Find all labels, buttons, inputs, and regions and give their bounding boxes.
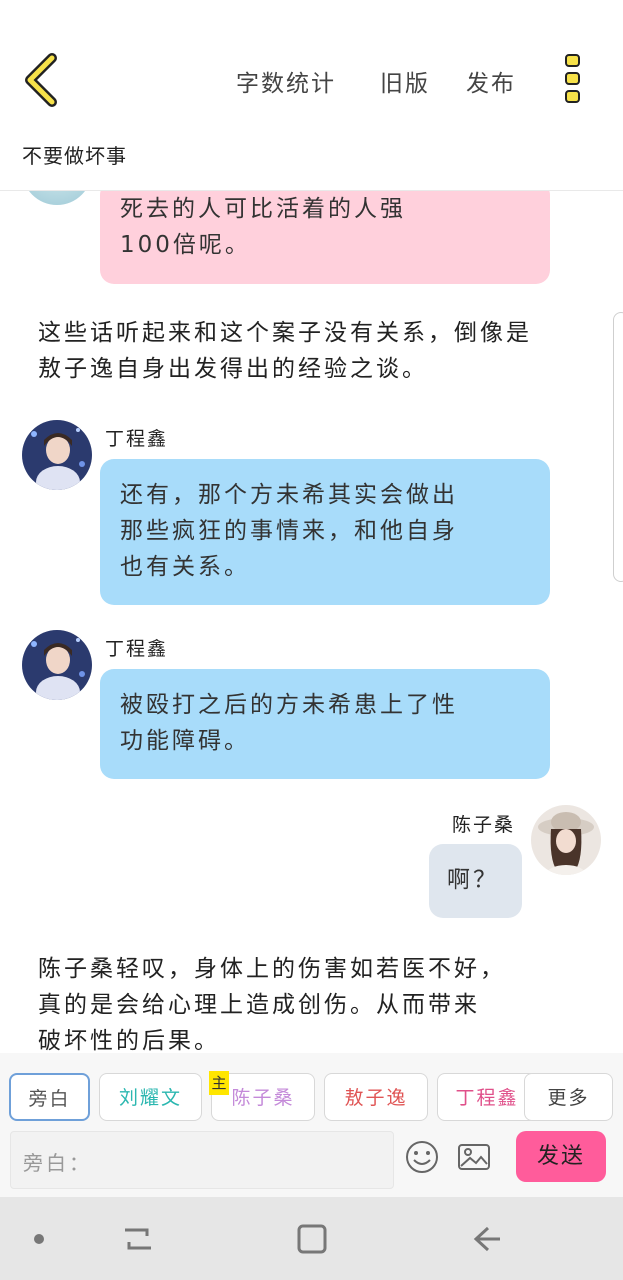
top-bar: 字数统计 旧版 发布 不要做坏事: [0, 0, 623, 168]
avatar[interactable]: [531, 805, 601, 875]
message-input[interactable]: 旁白：: [10, 1131, 394, 1189]
message-text: 还有，那个方未希其实会做出: [120, 482, 458, 508]
dot-icon[interactable]: [32, 1232, 46, 1246]
message-text: 也有关系。: [120, 554, 250, 580]
message-bubble[interactable]: 啊？: [429, 844, 522, 918]
more-menu-icon[interactable]: [560, 52, 586, 106]
avatar[interactable]: [22, 420, 92, 490]
sender-name: 陈子桑: [452, 814, 516, 836]
message-text: 100倍呢。: [120, 232, 251, 258]
word-count-button[interactable]: 字数统计: [236, 64, 336, 98]
recent-apps-icon[interactable]: [121, 1222, 155, 1256]
narration-line: 破坏性的后果。: [38, 1028, 220, 1053]
back-arrow-icon[interactable]: [20, 52, 64, 108]
message-text: 那些疯狂的事情来，和他自身: [120, 518, 458, 544]
send-button[interactable]: 发送: [516, 1131, 606, 1182]
chat-area[interactable]: 死去的人可比活着的人强 100倍呢。 这些话听起来和这个案子没有关系，倒像是 敖…: [0, 191, 623, 1053]
input-placeholder: 旁白：: [23, 1151, 92, 1175]
input-bar: 旁白： 发送: [0, 1127, 623, 1197]
more-characters-button[interactable]: 更多: [524, 1073, 613, 1121]
message-text: 死去的人可比活着的人强: [120, 196, 406, 222]
message-bubble[interactable]: 死去的人可比活着的人强 100倍呢。: [100, 191, 550, 284]
main-character-badge: 主: [209, 1071, 229, 1095]
narration-line: 真的是会给心理上造成创伤。从而带来: [38, 992, 480, 1018]
message-text: 功能障碍。: [120, 728, 250, 754]
message-bubble[interactable]: 还有，那个方未希其实会做出 那些疯狂的事情来，和他自身 也有关系。: [100, 459, 550, 605]
character-chip-ding-chengxin[interactable]: 丁程鑫: [437, 1073, 537, 1121]
character-bar: 旁白 刘耀文 陈子桑 主 敖子逸 丁程鑫 更多: [0, 1053, 623, 1127]
sender-name: 丁程鑫: [105, 638, 169, 660]
message-text: 啊？: [447, 867, 499, 893]
narration-line: 敖子逸自身出发得出的经验之谈。: [38, 356, 428, 382]
home-icon[interactable]: [295, 1222, 329, 1256]
image-icon[interactable]: [456, 1139, 492, 1175]
narration-line: 陈子桑轻叹，身体上的伤害如若医不好，: [38, 956, 506, 982]
emoji-icon[interactable]: [404, 1139, 440, 1175]
sender-name: 丁程鑫: [105, 428, 169, 450]
message-text: 被殴打之后的方未希患上了性: [120, 692, 458, 718]
narration-text[interactable]: 这些话听起来和这个案子没有关系，倒像是 敖子逸自身出发得出的经验之谈。: [38, 315, 598, 387]
back-nav-icon[interactable]: [470, 1222, 504, 1256]
old-version-button[interactable]: 旧版: [380, 64, 430, 98]
narration-line: 这些话听起来和这个案子没有关系，倒像是: [38, 320, 532, 346]
avatar[interactable]: [22, 191, 92, 205]
system-nav-bar: [0, 1197, 623, 1280]
character-chip-ao-ziyi[interactable]: 敖子逸: [324, 1073, 428, 1121]
story-title: 不要做坏事: [22, 144, 127, 168]
message-bubble[interactable]: 被殴打之后的方未希患上了性 功能障碍。: [100, 669, 550, 779]
character-chip-liu-yaowen[interactable]: 刘耀文: [99, 1073, 202, 1121]
character-chip-narrator[interactable]: 旁白: [9, 1073, 90, 1121]
publish-button[interactable]: 发布: [466, 64, 516, 98]
scroll-handle[interactable]: [613, 312, 623, 582]
narration-text[interactable]: 陈子桑轻叹，身体上的伤害如若医不好， 真的是会给心理上造成创伤。从而带来 破坏性…: [38, 951, 598, 1053]
avatar[interactable]: [22, 630, 92, 700]
